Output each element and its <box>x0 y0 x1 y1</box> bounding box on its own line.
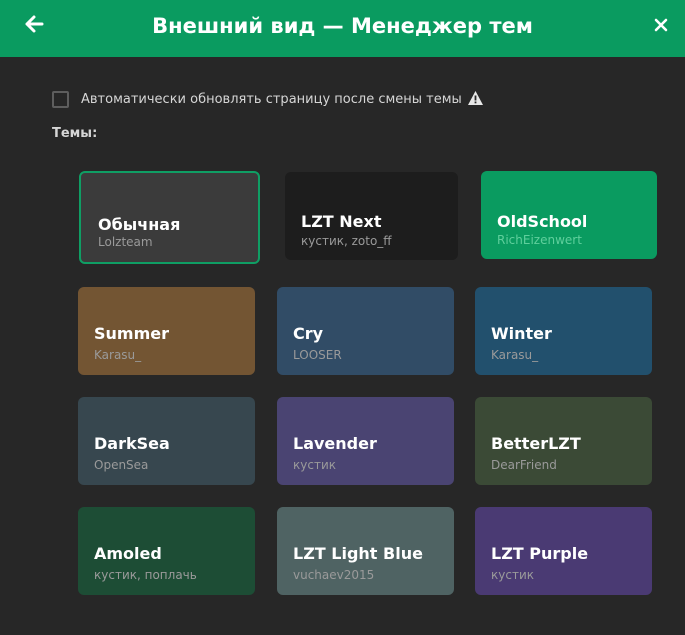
theme-card[interactable]: Обычная Lolzteam <box>79 171 260 264</box>
theme-author: RichEizenwert <box>497 233 582 247</box>
theme-card[interactable]: DarkSea OpenSea <box>78 397 255 485</box>
theme-author: кустик, zoto_ff <box>301 234 392 248</box>
theme-name: Winter <box>491 324 552 343</box>
theme-card[interactable]: LZT Light Blue vuchaev2015 <box>277 507 454 595</box>
auto-reload-label: Автоматически обновлять страницу после с… <box>81 90 484 110</box>
theme-author: кустик <box>293 458 336 472</box>
close-button[interactable] <box>648 12 674 38</box>
theme-author: Lolzteam <box>98 235 153 249</box>
theme-name: LZT Light Blue <box>293 544 423 563</box>
theme-author: кустик, поплачь <box>94 568 197 582</box>
theme-card[interactable]: Amoled кустик, поплачь <box>78 507 255 595</box>
theme-card[interactable]: Winter Karasu_ <box>475 287 652 375</box>
page-title: Внешний вид — Менеджер тем <box>152 14 533 38</box>
theme-card[interactable]: OldSchool RichEizenwert <box>481 171 657 259</box>
header-bar: Внешний вид — Менеджер тем <box>0 0 685 57</box>
close-icon <box>654 18 668 32</box>
theme-card[interactable]: LZT Purple кустик <box>475 507 652 595</box>
theme-name: Cry <box>293 324 324 343</box>
auto-reload-option[interactable]: Автоматически обновлять страницу после с… <box>52 90 512 110</box>
theme-name: LZT Purple <box>491 544 589 563</box>
theme-author: vuchaev2015 <box>293 568 375 582</box>
theme-card[interactable]: BetterLZT DearFriend <box>475 397 652 485</box>
theme-author: Karasu_ <box>491 348 539 362</box>
theme-name: Amoled <box>94 544 162 563</box>
theme-author: OpenSea <box>94 458 149 472</box>
auto-reload-text: Автоматически обновлять страницу после с… <box>81 92 462 107</box>
theme-name: Обычная <box>98 215 181 234</box>
theme-card[interactable]: Lavender кустик <box>277 397 454 485</box>
theme-card[interactable]: Summer Karasu_ <box>78 287 255 375</box>
theme-name: LZT Next <box>301 212 382 231</box>
theme-author: LOOSER <box>293 348 342 362</box>
themes-section-label: Темы: <box>52 126 98 141</box>
theme-name: BetterLZT <box>491 434 581 453</box>
theme-card[interactable]: Cry LOOSER <box>277 287 454 375</box>
warning-icon <box>467 91 483 105</box>
theme-author: кустик <box>491 568 534 582</box>
theme-author: DearFriend <box>491 458 557 472</box>
theme-card[interactable]: LZT Next кустик, zoto_ff <box>285 172 458 260</box>
theme-name: Summer <box>94 324 169 343</box>
auto-reload-checkbox[interactable] <box>52 91 69 108</box>
theme-name: OldSchool <box>497 212 588 231</box>
theme-author: Karasu_ <box>94 348 142 362</box>
theme-name: DarkSea <box>94 434 170 453</box>
theme-name: Lavender <box>293 434 377 453</box>
